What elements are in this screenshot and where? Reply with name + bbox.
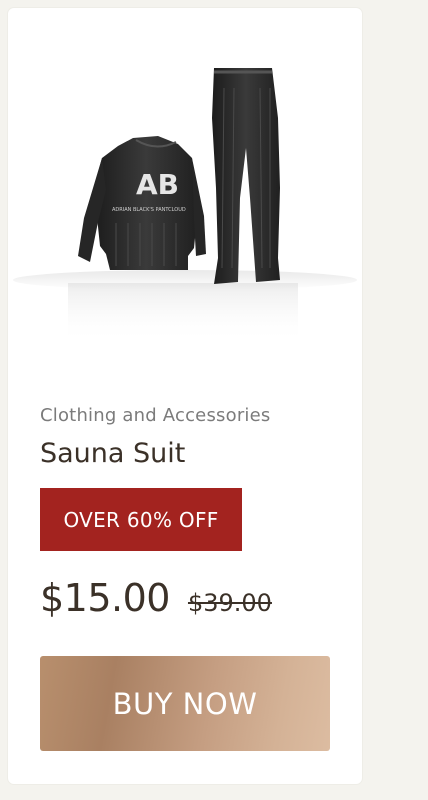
- svg-text:AB: AB: [136, 168, 179, 201]
- buy-now-button[interactable]: BUY NOW: [40, 656, 330, 751]
- product-card: AB ADRIAN BLACK'S PANTCLOUD Clothing and…: [8, 8, 362, 784]
- product-category: Clothing and Accessories: [40, 405, 271, 426]
- sauna-suit-image[interactable]: AB ADRIAN BLACK'S PANTCLOUD: [8, 8, 362, 378]
- price-row: $15.00 $39.00: [40, 576, 272, 620]
- discount-badge: OVER 60% OFF: [40, 488, 242, 551]
- current-price: $15.00: [40, 576, 170, 620]
- original-price: $39.00: [187, 589, 272, 617]
- product-title[interactable]: Sauna Suit: [40, 438, 185, 469]
- svg-text:ADRIAN BLACK'S PANTCLOUD: ADRIAN BLACK'S PANTCLOUD: [112, 207, 186, 213]
